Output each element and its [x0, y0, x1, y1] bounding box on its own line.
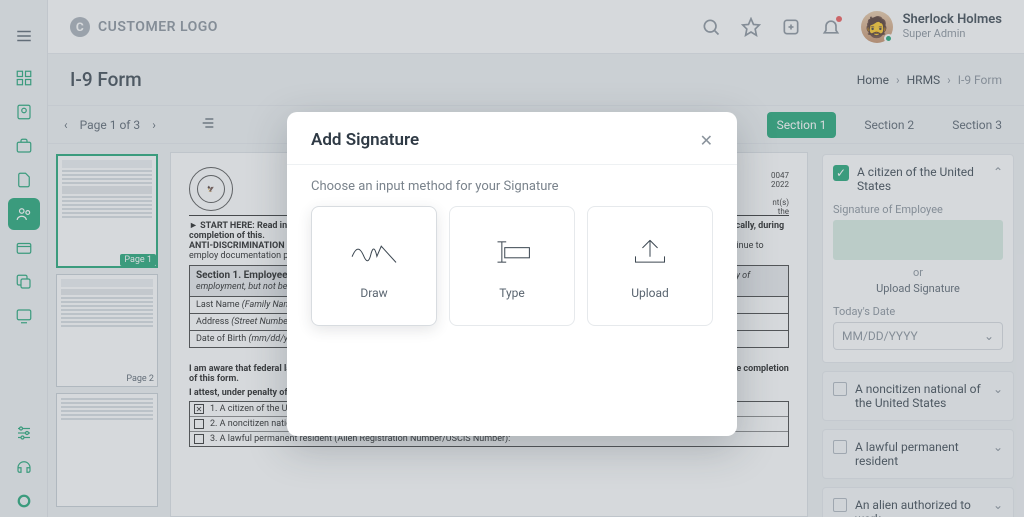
method-draw[interactable]: Draw	[311, 206, 437, 326]
method-upload[interactable]: Upload	[587, 206, 713, 326]
modal-backdrop[interactable]: Add Signature ✕ Choose an input method f…	[0, 0, 1024, 517]
type-icon	[483, 232, 541, 272]
add-signature-modal: Add Signature ✕ Choose an input method f…	[287, 112, 737, 436]
upload-icon	[621, 232, 679, 272]
close-icon[interactable]: ✕	[700, 131, 713, 150]
draw-icon	[345, 232, 403, 272]
method-type[interactable]: Type	[449, 206, 575, 326]
modal-title: Add Signature	[311, 130, 419, 150]
modal-subtitle: Choose an input method for your Signatur…	[287, 165, 737, 206]
